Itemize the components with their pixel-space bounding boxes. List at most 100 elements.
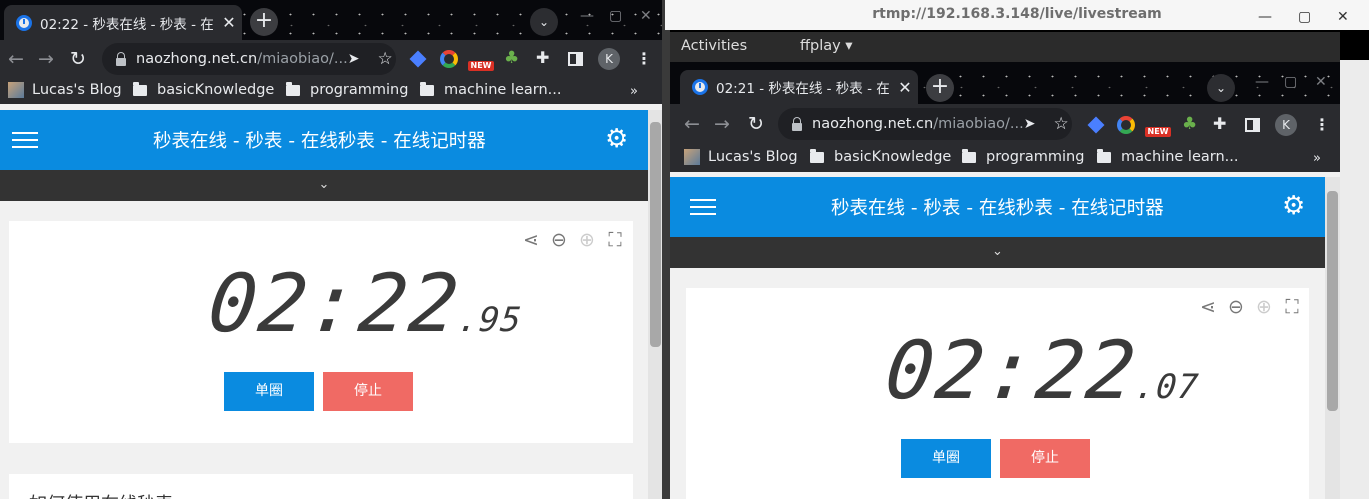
ffplay-maximize-icon[interactable]: ▢ [1298, 9, 1311, 25]
fullscreen-icon[interactable]: ⛶ [1282, 296, 1302, 318]
app-menu[interactable]: ffplay ▾ [800, 38, 853, 54]
ffplay-close-icon[interactable]: ✕ [1337, 9, 1349, 25]
share-icon[interactable]: ⋖ [521, 229, 541, 251]
card-toolbar: ⋖ ⊖ ⊕ ⛶ [1198, 296, 1302, 318]
bookmark-folder[interactable]: programming [962, 148, 1084, 165]
bookmark-star-icon[interactable]: ☆ [1053, 114, 1068, 134]
tab-title: 02:21 - 秒表在线 - 秒表 - 在 [716, 81, 890, 97]
zoom-out-icon[interactable]: ⊖ [549, 229, 569, 251]
hamburger-menu-icon[interactable] [12, 132, 38, 148]
menu-kebab-icon[interactable]: ⋮ [1314, 115, 1330, 134]
url-domain: naozhong.net.cn [136, 51, 258, 67]
address-bar[interactable]: naozhong.net.cn /miaobiao/... ➤ ☆ [778, 108, 1072, 140]
zoom-out-icon[interactable]: ⊖ [1226, 296, 1246, 318]
lock-icon [792, 117, 802, 131]
extension-tree-icon[interactable]: ♣ [504, 49, 522, 67]
forward-icon[interactable]: → [38, 49, 54, 69]
url-path: /miaobiao/... [257, 51, 348, 67]
zoom-in-icon[interactable]: ⊕ [1254, 296, 1274, 318]
how-to-card: 如何使用在线秒表 [9, 474, 633, 499]
page-scrollbar[interactable] [648, 110, 663, 499]
browser-toolbar: ← → ↻ naozhong.net.cn /miaobiao/... ➤ ☆ … [0, 40, 663, 78]
bookmark-item[interactable]: Lucas's Blog [8, 82, 122, 98]
minimize-icon[interactable]: — [580, 8, 594, 24]
more-bookmarks-icon[interactable]: » [1313, 151, 1321, 166]
site-header: 秒表在线 - 秒表 - 在线秒表 - 在线记时器 ⚙ [0, 110, 648, 170]
side-panel-icon[interactable] [568, 52, 583, 66]
bookmark-folder[interactable]: machine learn... [420, 81, 561, 98]
fullscreen-icon[interactable]: ⛶ [605, 229, 625, 251]
tab-search-button[interactable]: ⌄ [1207, 74, 1235, 102]
bookmarks-bar: Lucas's Blog basicKnowledge programming … [670, 144, 1340, 172]
bookmark-item[interactable]: Lucas's Blog [684, 149, 798, 165]
bookmark-folder[interactable]: machine learn... [1097, 148, 1238, 165]
gnome-top-bar: Activities ffplay ▾ [670, 32, 1340, 62]
background-window-edge [1340, 60, 1369, 499]
extension-blue-icon[interactable] [409, 50, 427, 68]
bookmark-folder[interactable]: basicKnowledge [810, 148, 951, 165]
blog-favicon-icon [8, 82, 24, 98]
extensions-puzzle-icon[interactable]: ✚ [536, 49, 554, 67]
settings-gear-icon[interactable]: ⚙ [605, 126, 628, 152]
scrollbar-thumb[interactable] [650, 122, 661, 347]
chevron-down-icon: ⌄ [318, 177, 330, 192]
maximize-icon[interactable]: ▢ [1284, 74, 1297, 90]
close-tab-icon[interactable]: ✕ [892, 78, 918, 97]
collapse-bar[interactable]: ⌄ [670, 237, 1325, 268]
folder-icon [420, 81, 434, 96]
new-tab-button[interactable]: + [250, 8, 278, 36]
more-bookmarks-icon[interactable]: » [630, 84, 638, 99]
browser-toolbar: ← → ↻ naozhong.net.cn /miaobiao/... ➤ ☆ … [670, 104, 1340, 144]
extension-new-badge[interactable]: NEW [1145, 127, 1171, 137]
send-to-device-icon[interactable]: ➤ [1024, 116, 1036, 132]
extensions-puzzle-icon[interactable]: ✚ [1213, 115, 1231, 133]
hamburger-menu-icon[interactable] [690, 199, 716, 215]
browser-tab[interactable]: 02:21 - 秒表在线 - 秒表 - 在 ✕ [680, 70, 918, 104]
lap-button[interactable]: 单圈 [224, 372, 314, 411]
maximize-icon[interactable]: ▢ [609, 8, 622, 24]
chevron-down-icon: ⌄ [992, 244, 1003, 259]
bookmark-star-icon[interactable]: ☆ [377, 49, 392, 69]
ffplay-minimize-icon[interactable]: — [1258, 9, 1272, 25]
share-icon[interactable]: ⋖ [1198, 296, 1218, 318]
extension-color-ring-icon[interactable] [440, 50, 458, 68]
bookmark-folder[interactable]: basicKnowledge [133, 81, 274, 98]
extension-tree-icon[interactable]: ♣ [1182, 115, 1200, 133]
bookmarks-bar: Lucas's Blog basicKnowledge programming … [0, 78, 663, 104]
zoom-in-icon[interactable]: ⊕ [577, 229, 597, 251]
extension-color-ring-icon[interactable] [1117, 116, 1135, 134]
menu-kebab-icon[interactable]: ⋮ [636, 49, 652, 68]
extension-new-badge[interactable]: NEW [468, 61, 494, 71]
stop-button[interactable]: 停止 [323, 372, 413, 411]
close-tab-icon[interactable]: ✕ [216, 13, 242, 32]
left-browser-window: 02:22 - 秒表在线 - 秒表 - 在 ✕ + ⌄ — ▢ ✕ ← → ↻ … [0, 0, 663, 499]
close-window-icon[interactable]: ✕ [640, 8, 652, 24]
bookmark-folder[interactable]: programming [286, 81, 408, 98]
site-title: 秒表在线 - 秒表 - 在线秒表 - 在线记时器 [153, 131, 486, 152]
forward-icon[interactable]: → [714, 114, 730, 134]
activities-button[interactable]: Activities [681, 38, 747, 54]
side-panel-icon[interactable] [1245, 118, 1260, 132]
reload-icon[interactable]: ↻ [748, 114, 764, 134]
page-scrollbar[interactable] [1325, 177, 1340, 499]
extension-blue-icon[interactable] [1087, 116, 1105, 134]
address-bar[interactable]: naozhong.net.cn /miaobiao/... ➤ ☆ [102, 43, 396, 75]
lock-icon [116, 52, 126, 66]
tab-search-button[interactable]: ⌄ [530, 8, 558, 36]
new-tab-button[interactable]: + [926, 74, 954, 102]
profile-avatar[interactable]: K [1275, 114, 1297, 136]
profile-avatar[interactable]: K [598, 48, 620, 70]
back-icon[interactable]: ← [684, 114, 700, 134]
back-icon[interactable]: ← [8, 49, 24, 69]
url-path: /miaobiao/... [933, 116, 1024, 132]
settings-gear-icon[interactable]: ⚙ [1282, 193, 1305, 219]
send-to-device-icon[interactable]: ➤ [348, 51, 360, 67]
scrollbar-thumb[interactable] [1327, 191, 1338, 411]
collapse-bar[interactable]: ⌄ [0, 170, 648, 201]
browser-tab[interactable]: 02:22 - 秒表在线 - 秒表 - 在 ✕ [4, 5, 242, 40]
stop-button[interactable]: 停止 [1000, 439, 1090, 478]
minimize-icon[interactable]: — [1255, 74, 1269, 90]
close-window-icon[interactable]: ✕ [1315, 74, 1327, 90]
reload-icon[interactable]: ↻ [70, 49, 86, 69]
lap-button[interactable]: 单圈 [901, 439, 991, 478]
